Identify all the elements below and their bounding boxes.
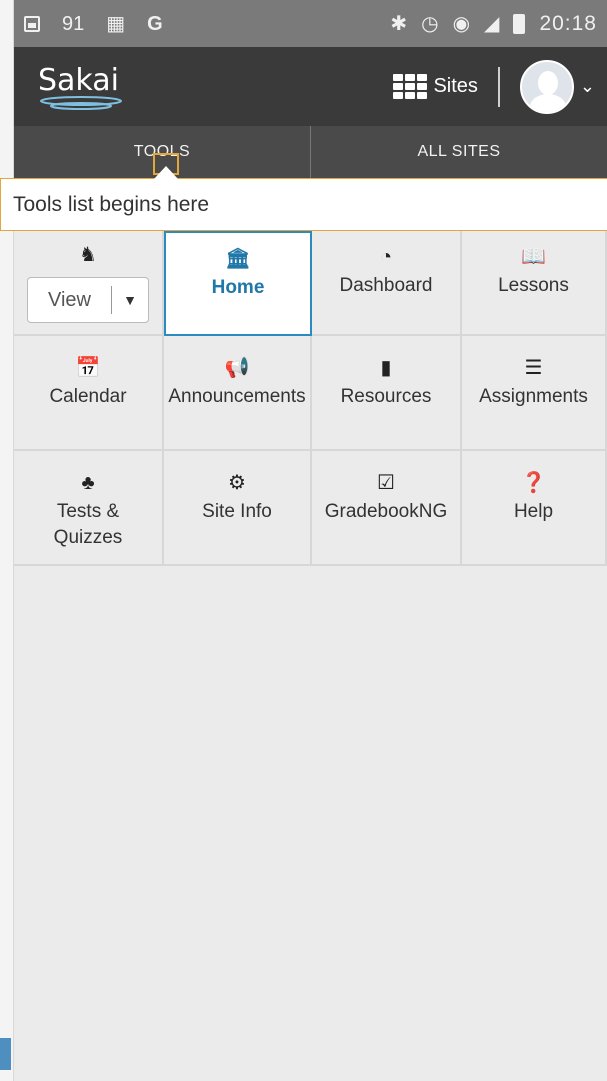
tool-label: Announcements: [168, 386, 306, 407]
gear-icon: ⚙: [228, 472, 246, 494]
tool-label: Site Info: [202, 501, 272, 522]
tools-tooltip: Tools list begins here: [0, 178, 607, 231]
folder-icon: ▮: [380, 357, 392, 379]
caret-down-icon: ▼: [123, 292, 137, 308]
calendar-icon: 📅: [75, 357, 101, 379]
logo-waves-icon: [40, 96, 122, 110]
book-icon: 📖: [521, 246, 546, 268]
tool-label: Assignments: [479, 386, 588, 407]
tools-grid: ♞ View ▼ 🏛 Home ◔ Dashboard 📖 Lessons 📅 …: [14, 231, 607, 566]
battery-icon: [513, 13, 526, 34]
side-tab[interactable]: [0, 1038, 11, 1070]
view-cell: ♞ View ▼: [14, 231, 164, 336]
tool-label: Home: [211, 277, 265, 298]
chevron-down-icon[interactable]: ⌄: [580, 76, 595, 97]
alarm-icon: ◷: [421, 12, 439, 35]
image-icon: [24, 15, 40, 32]
wifi-icon: ◉: [452, 12, 471, 35]
tool-dashboard[interactable]: ◔ Dashboard: [312, 231, 462, 336]
grid-icon: [393, 74, 428, 99]
tool-label: GradebookNG: [324, 501, 448, 522]
tool-tests-quizzes[interactable]: ♣ Tests & Quizzes: [14, 451, 164, 566]
tool-announcements[interactable]: 📢 Announcements: [164, 336, 312, 451]
status-bar: 91 ▦ G ✱ ◷ ◉ ◢ 20:18: [14, 0, 607, 47]
check-square-icon: ☑: [377, 472, 395, 494]
calendar-icon: ▦: [106, 12, 126, 35]
tool-label: Lessons: [498, 275, 569, 296]
tasks-icon: ☰: [524, 357, 543, 379]
tool-home[interactable]: 🏛 Home: [164, 231, 312, 336]
tool-lessons[interactable]: 📖 Lessons: [462, 231, 607, 336]
tool-label: Help: [513, 501, 554, 522]
view-select-label: View: [48, 288, 91, 311]
tool-label: Dashboard: [339, 275, 433, 296]
header: Sakai Sites ⌄: [14, 47, 607, 126]
tool-label: Calendar: [49, 386, 127, 407]
puzzle-icon: ♣: [81, 472, 95, 494]
tooltip-arrow: [154, 166, 178, 179]
bullhorn-icon: 📢: [224, 357, 250, 379]
number-icon: 91: [62, 12, 85, 35]
sakai-logo[interactable]: Sakai: [38, 63, 119, 98]
clock: 20:18: [539, 11, 597, 35]
google-icon: G: [147, 12, 163, 35]
app: 91 ▦ G ✱ ◷ ◉ ◢ 20:18 Sakai Sites ⌄ TOOLS…: [0, 0, 607, 1081]
header-divider: [497, 66, 500, 107]
tool-assignments[interactable]: ☰ Assignments: [462, 336, 607, 451]
left-edge-panel: [0, 0, 14, 1081]
dashboard-icon: ◔: [379, 246, 393, 268]
sites-label: Sites: [433, 75, 478, 97]
tab-all-sites[interactable]: ALL SITES: [310, 126, 607, 178]
tool-calendar[interactable]: 📅 Calendar: [14, 336, 164, 451]
sites-button[interactable]: Sites: [393, 74, 478, 99]
bluetooth-icon: ✱: [390, 12, 408, 35]
tool-label: Tests &: [56, 501, 120, 522]
tool-label: Resources: [340, 386, 432, 407]
bank-icon: 🏛: [225, 248, 251, 270]
tool-help[interactable]: ❓ Help: [462, 451, 607, 566]
tool-gradebookng[interactable]: ☑ GradebookNG: [312, 451, 462, 566]
view-select[interactable]: View ▼: [27, 277, 149, 323]
signal-icon: ◢: [484, 12, 500, 35]
avatar[interactable]: [519, 59, 574, 114]
tool-label-line2: Quizzes: [53, 527, 123, 548]
question-icon: ❓: [521, 472, 546, 494]
spy-icon: ♞: [79, 244, 97, 266]
tool-resources[interactable]: ▮ Resources: [312, 336, 462, 451]
tool-site-info[interactable]: ⚙ Site Info: [164, 451, 312, 566]
tab-bar: TOOLS ALL SITES: [14, 126, 607, 178]
